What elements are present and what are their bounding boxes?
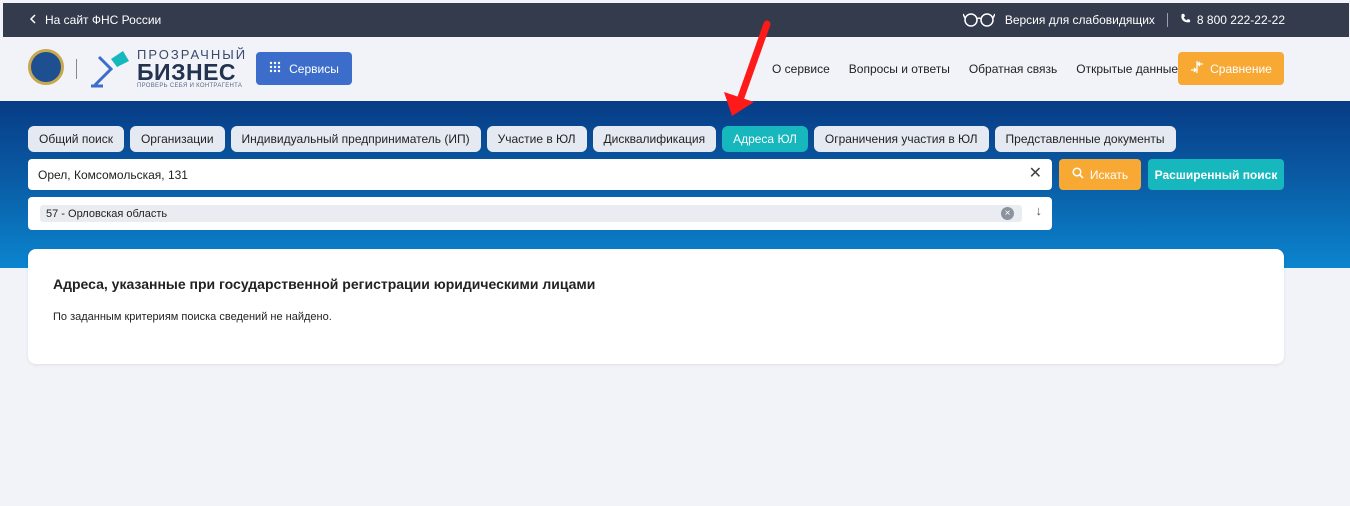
annotation-arrow-icon <box>724 20 771 116</box>
tab-legal-addresses[interactable]: Адреса ЮЛ <box>722 126 808 152</box>
compare-label: Сравнение <box>1210 61 1272 76</box>
divider <box>1166 13 1168 27</box>
tab-individual-entrepreneur[interactable]: Индивидуальный предприниматель (ИП) <box>230 126 481 152</box>
site-header: ПРОЗРАЧНЫЙ БИЗНЕС ПРОВЕРЬ СЕБЯ И КОНТРАГ… <box>3 37 1349 101</box>
phone-contact[interactable]: 8 800 222-22-22 <box>1180 13 1285 27</box>
close-circle-icon[interactable]: × <box>1001 207 1014 220</box>
advanced-search-button[interactable]: Расширенный поиск <box>1148 159 1284 190</box>
services-button[interactable]: Сервисы <box>256 52 352 85</box>
tab-general-search[interactable]: Общий поиск <box>28 126 124 152</box>
nav-faq[interactable]: Вопросы и ответы <box>849 62 950 76</box>
arrow-down-icon[interactable]: ↓ <box>1036 203 1043 218</box>
nav-feedback[interactable]: Обратная связь <box>969 62 1057 76</box>
region-chip: 57 - Орловская область × <box>40 205 1022 222</box>
search-button[interactable]: Искать <box>1059 159 1141 190</box>
tab-organizations[interactable]: Организации <box>129 126 225 152</box>
fns-emblem-icon[interactable] <box>28 49 64 85</box>
tab-disqualification[interactable]: Дисквалификация <box>592 126 717 152</box>
low-vision-link[interactable]: Версия для слабовидящих <box>1005 13 1155 27</box>
top-bar: На сайт ФНС России Версия для слабовидящ… <box>3 3 1349 37</box>
search-tabs: Общий поиск Организации Индивидуальный п… <box>28 126 1176 152</box>
region-chip-label: 57 - Орловская область <box>46 207 168 220</box>
nav-about[interactable]: О сервисе <box>772 62 830 76</box>
search-box: ✕ <box>28 159 1052 190</box>
grid-icon <box>269 61 281 76</box>
main-nav: О сервисе Вопросы и ответы Обратная связ… <box>772 62 1178 76</box>
phone-number: 8 800 222-22-22 <box>1196 13 1285 27</box>
back-to-fns-link[interactable]: На сайт ФНС России <box>29 13 161 27</box>
compare-icon <box>1190 61 1204 76</box>
back-link-label: На сайт ФНС России <box>45 13 162 27</box>
results-message: По заданным критериям поиска сведений не… <box>53 311 332 323</box>
results-card: Адреса, указанные при государственной ре… <box>28 249 1284 364</box>
brand-wordmark[interactable]: ПРОЗРАЧНЫЙ БИЗНЕС ПРОВЕРЬ СЕБЯ И КОНТРАГ… <box>137 48 247 90</box>
divider <box>76 59 77 79</box>
region-select[interactable]: 57 - Орловская область × ↓ <box>28 197 1052 230</box>
chevron-left-icon <box>29 13 37 27</box>
search-input[interactable] <box>38 167 1018 182</box>
phone-icon <box>1180 13 1191 27</box>
glasses-icon[interactable] <box>962 11 996 30</box>
tab-participation[interactable]: Участие в ЮЛ <box>486 126 587 152</box>
tab-submitted-documents[interactable]: Представленные документы <box>994 126 1176 152</box>
search-icon <box>1072 167 1084 182</box>
close-icon[interactable]: ✕ <box>1029 166 1042 182</box>
tab-participation-restrictions[interactable]: Ограничения участия в ЮЛ <box>813 126 989 152</box>
brand-line-2: БИЗНЕС <box>137 59 237 85</box>
results-title: Адреса, указанные при государственной ре… <box>53 276 596 292</box>
lamp-logo-icon[interactable] <box>89 49 135 89</box>
services-label: Сервисы <box>289 61 339 76</box>
search-button-label: Искать <box>1089 167 1129 182</box>
brand-line-3: ПРОВЕРЬ СЕБЯ И КОНТРАГЕНТА <box>137 83 243 89</box>
compare-button[interactable]: Сравнение <box>1178 52 1284 85</box>
nav-open-data[interactable]: Открытые данные <box>1076 62 1178 76</box>
